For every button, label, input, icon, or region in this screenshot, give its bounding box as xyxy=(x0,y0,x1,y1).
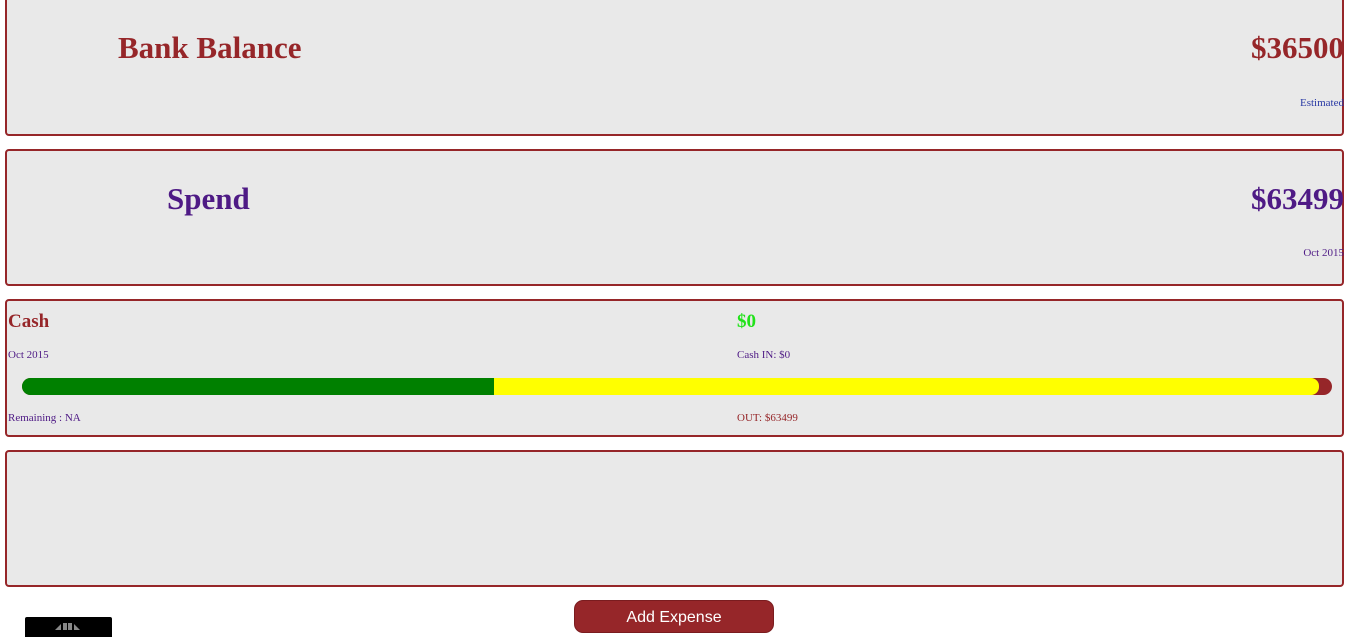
cash-progress-green-segment xyxy=(22,378,494,395)
cash-progress-bar xyxy=(22,378,1332,395)
cash-out-label: OUT: $63499 xyxy=(737,412,798,424)
add-expense-button[interactable]: Add Expense xyxy=(574,600,774,633)
bank-balance-card: Bank Balance $36500 Estimated xyxy=(5,0,1344,136)
cash-amount: $0 xyxy=(737,311,756,332)
bank-balance-title: Bank Balance xyxy=(118,30,302,65)
cash-in-label: Cash IN: $0 xyxy=(737,349,791,361)
spend-card: Spend $63499 Oct 2015 xyxy=(5,149,1344,286)
empty-card xyxy=(5,450,1344,587)
cash-title: Cash xyxy=(8,311,50,332)
cash-progress-yellow-segment xyxy=(494,378,1319,395)
spend-period: Oct 2015 xyxy=(1303,247,1344,259)
spend-title: Spend xyxy=(167,181,250,216)
cash-card: Cash Oct 2015 $0 Cash IN: $0 Remaining :… xyxy=(5,299,1344,437)
cash-remaining-label: Remaining : NA xyxy=(8,412,81,424)
bank-balance-note: Estimated xyxy=(1300,97,1344,109)
home-widget[interactable] xyxy=(25,617,112,637)
spend-value: $63499 xyxy=(1251,181,1344,216)
home-icon xyxy=(55,623,80,630)
cash-period: Oct 2015 xyxy=(8,349,49,361)
bank-balance-value: $36500 xyxy=(1251,30,1344,65)
